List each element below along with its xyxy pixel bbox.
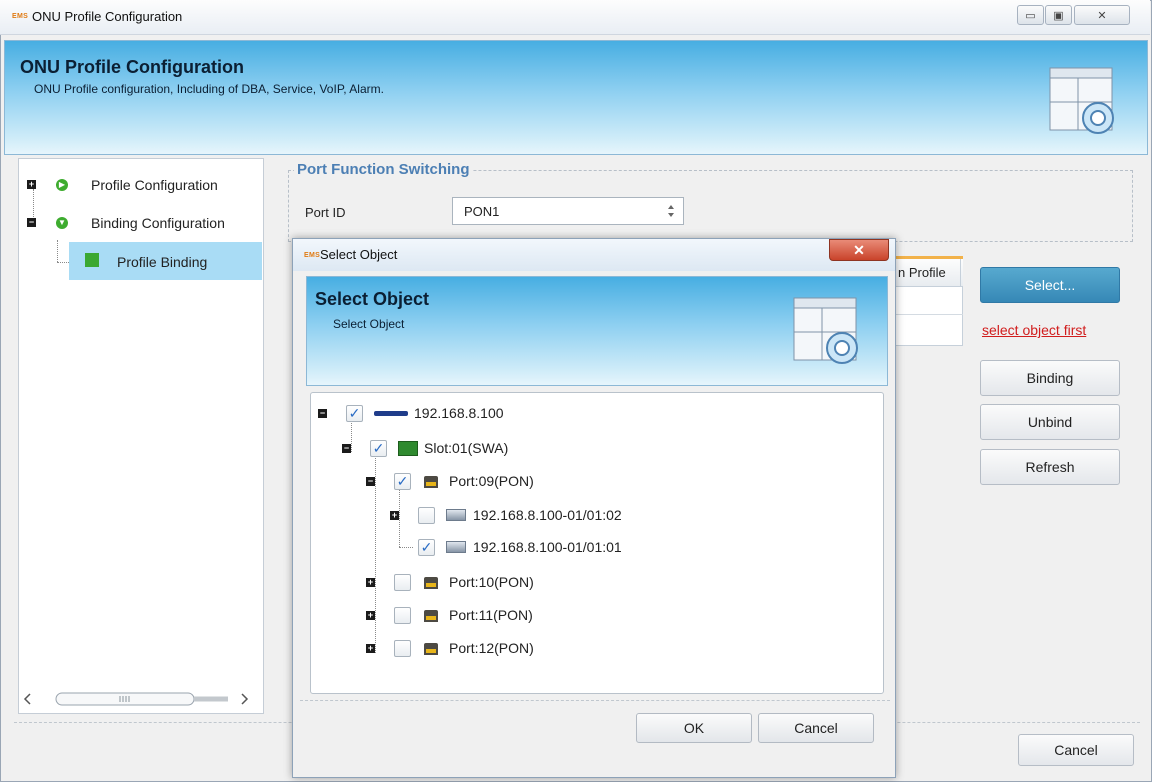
tree-node-onu-02[interactable]: 192.168.8.100-01/01:02 — [473, 507, 622, 523]
title-bar: EMS ONU Profile Configuration ▭ ▣ ✕ — [0, 0, 1150, 35]
close-button[interactable]: ✕ — [1074, 5, 1130, 25]
spinner-arrows-icon[interactable] — [666, 203, 676, 219]
select-object-warning[interactable]: select object first — [982, 322, 1086, 338]
page-title: ONU Profile Configuration — [20, 57, 244, 77]
port-function-group — [288, 170, 1133, 242]
horizontal-scrollbar[interactable] — [22, 690, 256, 708]
tree-node-onu-01[interactable]: 192.168.8.100-01/01:01 — [473, 539, 622, 555]
tree-node-port-12[interactable]: Port:12(PON) — [449, 640, 534, 656]
select-button[interactable]: Select... — [980, 267, 1120, 303]
binding-button[interactable]: Binding — [980, 360, 1120, 396]
checkbox-onu-01[interactable]: ✓ — [418, 539, 435, 556]
expand-icon[interactable]: + — [366, 578, 375, 587]
square-icon — [85, 253, 99, 267]
play-circle-icon: ▶ — [56, 179, 68, 191]
dialog-banner-description: Select Object — [333, 317, 405, 331]
expand-icon[interactable]: + — [366, 644, 375, 653]
window-title: ONU Profile Configuration — [32, 9, 183, 24]
dialog-ok-button[interactable]: OK — [636, 713, 752, 743]
nav-item-profile-configuration[interactable]: Profile Configuration — [91, 177, 218, 193]
onu-device-icon — [446, 509, 466, 521]
nav-item-profile-binding-label: Profile Binding — [117, 254, 208, 270]
expand-icon[interactable]: + — [27, 180, 36, 189]
checkbox-host[interactable]: ✓ — [346, 405, 363, 422]
dialog-window-title: Select Object — [320, 247, 398, 262]
expand-icon[interactable]: + — [366, 611, 375, 620]
onu-device-icon — [446, 541, 466, 553]
port-id-label: Port ID — [305, 205, 346, 220]
checkbox-port-09[interactable]: ✓ — [394, 473, 411, 490]
minimize-button[interactable]: ▭ — [1017, 5, 1044, 25]
tree-connector — [399, 547, 413, 548]
tree-connector — [57, 240, 58, 262]
checkbox-slot[interactable]: ✓ — [370, 440, 387, 457]
collapse-icon[interactable]: − — [27, 218, 36, 227]
maximize-button[interactable]: ▣ — [1045, 5, 1072, 25]
tree-connector — [399, 485, 400, 547]
expanded-circle-icon: ▼ — [56, 217, 68, 229]
dialog-ems-logo: EMS — [304, 252, 321, 259]
ems-logo: EMS — [12, 13, 29, 20]
checkbox-port-11[interactable] — [394, 607, 411, 624]
dialog-window-icon — [793, 297, 858, 364]
collapse-icon[interactable]: − — [318, 409, 327, 418]
pon-port-icon — [424, 643, 438, 655]
dialog-footer-divider — [300, 700, 890, 701]
collapse-icon[interactable]: − — [342, 444, 351, 453]
tree-connector — [351, 420, 352, 452]
refresh-button[interactable]: Refresh — [980, 449, 1120, 485]
pon-port-icon — [424, 610, 438, 622]
expand-icon[interactable]: + — [390, 511, 399, 520]
collapse-icon[interactable]: − — [366, 477, 375, 486]
nav-item-binding-configuration[interactable]: Binding Configuration — [91, 215, 225, 231]
dialog-banner-title: Select Object — [315, 289, 430, 309]
dialog-close-button[interactable]: ✕ — [829, 239, 889, 261]
table-header-cell: n Profile — [898, 265, 946, 280]
checkbox-onu-02[interactable] — [418, 507, 435, 524]
tree-connector — [375, 455, 376, 653]
olt-device-icon — [374, 411, 408, 416]
table-column-divider — [960, 259, 961, 287]
port-function-title: Port Function Switching — [294, 161, 473, 178]
table-row-divider — [896, 314, 963, 315]
pon-port-icon — [424, 577, 438, 589]
tree-node-host[interactable]: 192.168.8.100 — [414, 405, 504, 421]
unbind-button[interactable]: Unbind — [980, 404, 1120, 440]
dialog-cancel-button[interactable]: Cancel — [758, 713, 874, 743]
tree-node-port-10[interactable]: Port:10(PON) — [449, 574, 534, 590]
tree-node-port-09[interactable]: Port:09(PON) — [449, 473, 534, 489]
checkbox-port-10[interactable] — [394, 574, 411, 591]
main-cancel-button[interactable]: Cancel — [1018, 734, 1134, 766]
tree-node-slot[interactable]: Slot:01(SWA) — [424, 440, 508, 456]
pon-port-icon — [424, 476, 438, 488]
page-description: ONU Profile configuration, Including of … — [34, 82, 384, 96]
config-window-icon — [1049, 67, 1114, 134]
tree-node-port-11[interactable]: Port:11(PON) — [449, 607, 533, 623]
checkbox-port-12[interactable] — [394, 640, 411, 657]
port-id-value: PON1 — [464, 204, 500, 219]
slot-card-icon — [398, 441, 418, 456]
